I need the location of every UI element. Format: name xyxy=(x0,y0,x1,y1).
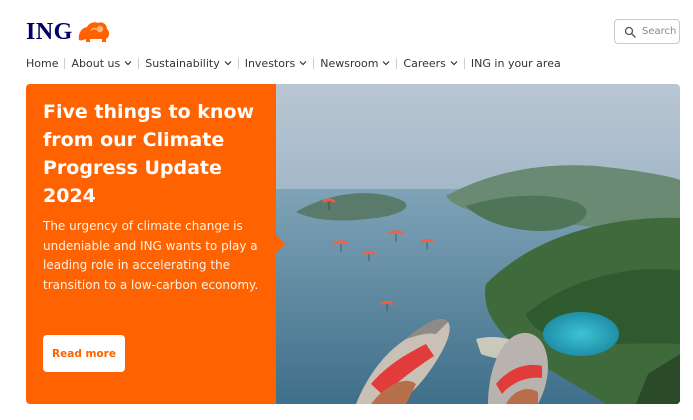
panel-pointer xyxy=(276,235,285,253)
nav-divider xyxy=(396,57,398,69)
chevron-down-icon xyxy=(382,61,390,66)
nav-divider xyxy=(237,57,239,69)
hero-description: The urgency of climate change is undenia… xyxy=(43,219,259,292)
nav-item-ing-in-your-area[interactable]: ING in your area xyxy=(471,57,561,70)
nav-divider xyxy=(463,57,465,69)
chevron-down-icon xyxy=(124,61,132,66)
chevron-down-icon xyxy=(224,61,232,66)
nav-divider xyxy=(64,57,66,69)
nav-item-home[interactable]: Home xyxy=(26,57,58,70)
chevron-down-icon xyxy=(299,61,307,66)
nav-item-about-us[interactable]: About us xyxy=(71,57,132,70)
nav-item-careers[interactable]: Careers xyxy=(403,57,458,70)
lion-icon xyxy=(78,22,109,42)
hero-banner: Five things to know from our Climate Pro… xyxy=(26,84,680,404)
search-icon xyxy=(624,26,636,38)
hero-image xyxy=(276,84,680,404)
nav-item-label: Newsroom xyxy=(320,56,379,70)
ing-logo[interactable]: ING xyxy=(26,18,111,46)
nav-divider xyxy=(138,57,140,69)
nav-item-investors[interactable]: Investors xyxy=(245,57,308,70)
nav-item-label: Home xyxy=(26,56,59,70)
nav-item-label: Sustainability xyxy=(145,56,220,70)
search-input[interactable]: Search xyxy=(614,19,680,44)
main-nav: Home About us Sustainability Investors N… xyxy=(26,54,561,72)
hero-text-panel: Five things to know from our Climate Pro… xyxy=(26,84,276,404)
search-placeholder: Search xyxy=(642,26,677,37)
read-more-button[interactable]: Read more xyxy=(43,335,125,372)
chevron-down-icon xyxy=(450,61,458,66)
nav-item-label: ING in your area xyxy=(470,56,561,70)
nav-item-sustainability[interactable]: Sustainability xyxy=(145,56,232,70)
nav-item-label: About us xyxy=(71,56,121,70)
hero-headline: Five things to know from our Climate Pro… xyxy=(43,101,255,207)
nav-item-label: Careers xyxy=(403,56,446,70)
nav-item-newsroom[interactable]: Newsroom xyxy=(320,57,390,70)
nav-divider xyxy=(313,57,315,69)
site-header: ING Search Home About us Sustainability xyxy=(0,0,693,84)
logo-wordmark: ING xyxy=(26,18,73,45)
nav-item-label: Investors xyxy=(244,56,296,70)
